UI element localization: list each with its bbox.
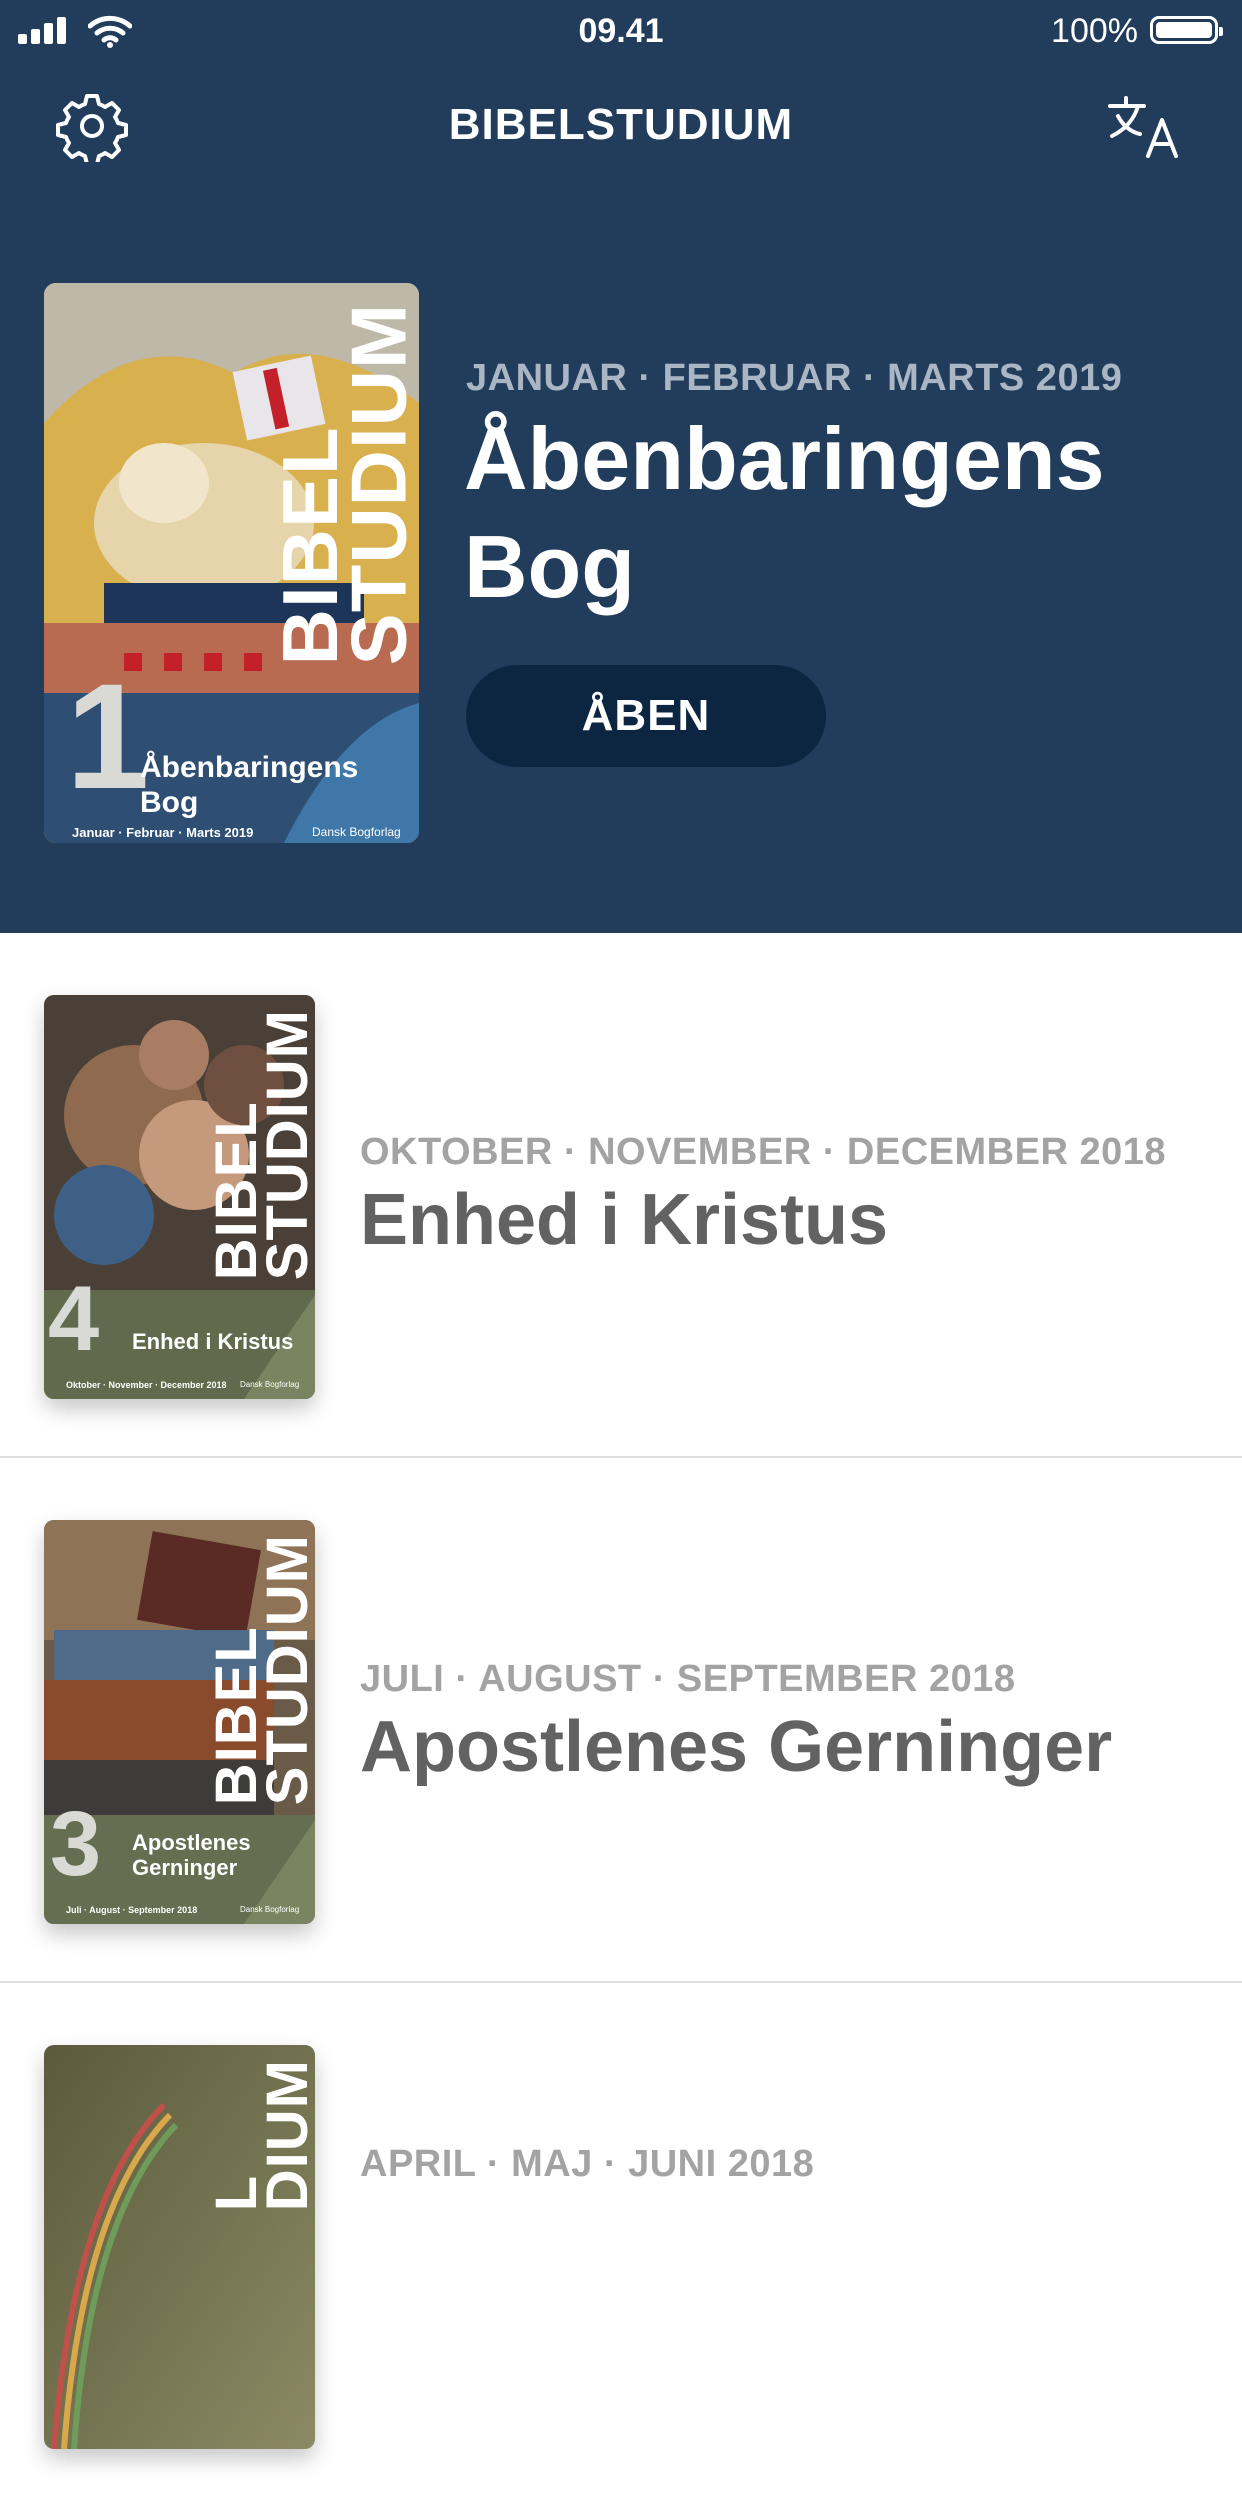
cover-brand: L DIUM [203, 2059, 315, 2212]
cover-brand: BIBEL STUDIUM [203, 1009, 315, 1281]
quarterly-list-item[interactable]: BIBEL STUDIUM 4 Enhed i Kristus Oktober ·… [0, 933, 1242, 1458]
status-bar: 09.41 100% [0, 0, 1242, 62]
item-title: Enhed i Kristus [360, 1180, 889, 1260]
cover-footer: Oktober · November · December 2018 [66, 1380, 227, 1390]
battery-icon [1150, 16, 1223, 44]
cover-number: 4 [48, 1268, 100, 1370]
page-title: BIBELSTUDIUM [448, 100, 794, 149]
quarterly-list-item[interactable]: BIBEL STUDIUM 3 Apostlenes Gerninger Juli … [0, 1458, 1242, 1983]
quarterly-cover-image[interactable]: L DIUM [44, 2045, 315, 2449]
cover-publisher: Dansk Bogforlag [240, 1905, 300, 1914]
cover-publisher: Dansk Bogforlag [312, 825, 401, 839]
cover-number: 1 [66, 652, 150, 820]
battery-percent: 100% [1051, 12, 1138, 50]
cover-footer: Januar · Februar · Marts 2019 [72, 825, 254, 840]
cover-brand: BIBEL STUDIUM [265, 303, 419, 666]
quarterly-cover-image[interactable]: BIBEL STUDIUM 4 Enhed i Kristus Oktober ·… [44, 995, 315, 1399]
featured-period: JANUAR · FEBRUAR · MARTS 2019 [466, 357, 1123, 399]
open-button[interactable]: ÅBEN [466, 665, 826, 767]
cover-number: 3 [50, 1793, 102, 1895]
header: 09.41 100% BIBELSTUDIUM BIBEL STUDIUM 1 … [0, 0, 1242, 933]
cover-title: Enhed i Kristus [132, 1329, 294, 1354]
quarterly-cover-image[interactable]: BIBEL STUDIUM 3 Apostlenes Gerninger Juli … [44, 1520, 315, 1924]
quarterly-list-item[interactable]: L DIUM APRIL · MAJ · JUNI 2018 [0, 1983, 1242, 2508]
item-period: JULI · AUGUST · SEPTEMBER 2018 [360, 1658, 1016, 1700]
item-period: APRIL · MAJ · JUNI 2018 [360, 2143, 815, 2185]
cover-title: Apostlenes Gerninger [132, 1830, 251, 1881]
cover-title: Åbenbaringens Bog [140, 751, 359, 819]
translate-icon[interactable] [1106, 94, 1184, 160]
cover-footer: Juli · August · September 2018 [66, 1905, 198, 1915]
cover-publisher: Dansk Bogforlag [240, 1380, 300, 1389]
nav-bar: BIBELSTUDIUM [0, 62, 1242, 192]
item-title: Apostlenes Gerninger [360, 1707, 1113, 1787]
item-period: OKTOBER · NOVEMBER · DECEMBER 2018 [360, 1131, 1166, 1173]
featured-cover-image[interactable]: BIBEL STUDIUM 1 Åbenbaringens Bog Januar … [44, 283, 419, 843]
featured-title: Åbenbaringens Bog [464, 409, 1105, 616]
cover-brand: BIBEL STUDIUM [203, 1534, 315, 1806]
